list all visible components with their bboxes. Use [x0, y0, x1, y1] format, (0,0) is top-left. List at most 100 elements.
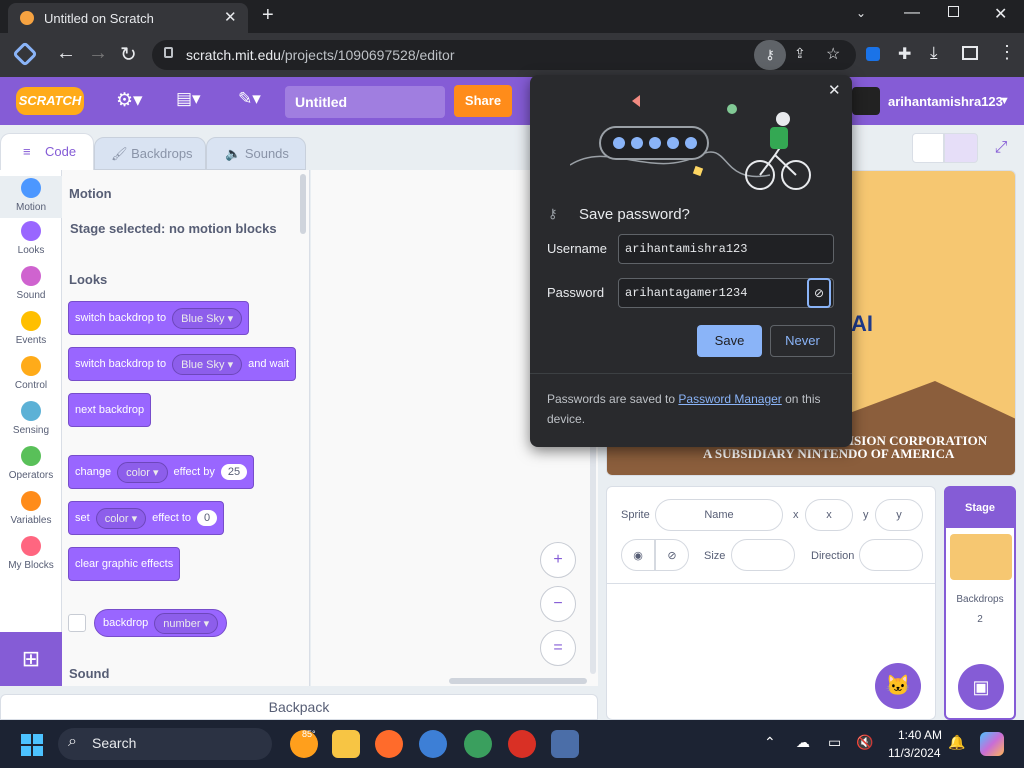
zoom-out-button[interactable]: −: [540, 586, 576, 622]
edit-menu-icon[interactable]: ✎▾: [238, 89, 261, 109]
side-panel-icon[interactable]: [962, 46, 978, 60]
chevron-down-icon[interactable]: ▼: [999, 95, 1010, 107]
category-motion[interactable]: Motion: [0, 176, 62, 218]
tab-search-icon[interactable]: ⌄: [856, 6, 866, 20]
fullscreen-icon[interactable]: ⤢: [986, 133, 1016, 163]
switch-backdrop-block[interactable]: switch backdrop to Blue Sky ▾: [68, 301, 250, 335]
clock-time[interactable]: 1:40 AM: [898, 728, 942, 742]
add-extension-button[interactable]: ⊞: [0, 632, 62, 686]
clock-date[interactable]: 11/3/2024: [888, 746, 941, 760]
red-app-icon[interactable]: [508, 730, 536, 758]
tab-sounds[interactable]: 🔈 Sounds: [206, 137, 306, 170]
file-menu-icon[interactable]: ▤▾: [176, 89, 201, 109]
next-backdrop-block[interactable]: next backdrop: [68, 393, 152, 427]
direction-input[interactable]: [859, 539, 923, 571]
add-sprite-button[interactable]: 🐱: [875, 663, 921, 709]
toggle-password-visibility-icon[interactable]: ⊘: [807, 278, 831, 308]
effect-dropdown[interactable]: color ▾: [95, 507, 147, 529]
category-looks[interactable]: Looks: [0, 221, 62, 256]
show-sprite-eye-icon[interactable]: ◉: [621, 539, 655, 571]
restore-icon[interactable]: [948, 6, 959, 17]
backdrop-reporter-block[interactable]: backdrop number ▾: [94, 609, 228, 637]
size-input[interactable]: [731, 539, 795, 571]
reporter-dropdown[interactable]: number ▾: [154, 612, 219, 634]
category-sensing[interactable]: Sensing: [0, 401, 62, 436]
network-icon[interactable]: ☁: [796, 734, 810, 751]
password-field[interactable]: arihantagamer1234: [618, 278, 834, 308]
backdrop-dropdown[interactable]: Blue Sky ▾: [172, 307, 243, 329]
user-avatar[interactable]: [852, 87, 880, 115]
taskbar-search[interactable]: ⌕ Search: [58, 728, 272, 760]
extensions-puzzle-icon[interactable]: ✚: [898, 44, 911, 64]
windows-start-icon[interactable]: [21, 734, 43, 756]
scratch-logo[interactable]: SCRATCH: [16, 87, 84, 115]
copilot-icon[interactable]: [980, 732, 1004, 756]
firefox-icon[interactable]: [375, 730, 403, 758]
close-window-icon[interactable]: ✕: [994, 4, 1007, 24]
globe-app-icon[interactable]: [464, 730, 492, 758]
add-backdrop-button[interactable]: ▣: [958, 664, 1004, 710]
stage-thumbnail[interactable]: [950, 534, 1012, 580]
show-hidden-icons[interactable]: ⌃: [764, 734, 776, 751]
profile-icon[interactable]: [12, 41, 38, 67]
address-bar[interactable]: scratch.mit.edu/projects/1090697528/edit…: [152, 40, 856, 70]
extension-camera-icon[interactable]: [866, 47, 880, 61]
effect-dropdown[interactable]: color ▾: [117, 461, 168, 483]
close-tab-icon[interactable]: ✕: [224, 8, 237, 26]
settings-gear-icon[interactable]: ⚙▾: [116, 89, 143, 112]
stage-target-panel[interactable]: Stage Backdrops 2 ▣: [944, 486, 1016, 720]
zoom-in-button[interactable]: +: [540, 542, 576, 578]
close-dialog-icon[interactable]: ✕: [828, 81, 841, 99]
change-effect-block[interactable]: change color ▾ effect by 25: [68, 455, 255, 489]
new-tab-icon[interactable]: +: [262, 4, 274, 27]
tab-backdrops[interactable]: 🖌 Backdrops: [94, 137, 206, 170]
browser-tab[interactable]: Untitled on Scratch ✕: [8, 3, 248, 33]
notification-bell-icon[interactable]: 🔔: [948, 734, 965, 751]
zoom-reset-button[interactable]: =: [540, 630, 576, 666]
x-input[interactable]: x: [805, 499, 853, 531]
y-input[interactable]: y: [875, 499, 923, 531]
file-explorer-icon[interactable]: [332, 730, 360, 758]
clear-effects-block[interactable]: clear graphic effects: [68, 547, 181, 581]
switch-backdrop-wait-block[interactable]: switch backdrop to Blue Sky ▾ and wait: [68, 347, 297, 381]
category-sound[interactable]: Sound: [0, 266, 62, 301]
project-title-input[interactable]: Untitled: [285, 86, 445, 118]
reporter-checkbox[interactable]: [68, 614, 86, 632]
effect-amount-input[interactable]: 25: [220, 464, 248, 480]
chrome-menu-icon[interactable]: ⋮: [998, 42, 1016, 63]
palette-scrollbar[interactable]: [300, 174, 306, 234]
share-page-icon[interactable]: ⇪: [794, 45, 806, 62]
minimize-icon[interactable]: —: [904, 4, 920, 22]
download-icon[interactable]: ⤓: [930, 43, 938, 63]
sprite-name-input[interactable]: Name: [655, 499, 783, 531]
backpack-bar[interactable]: Backpack: [0, 694, 598, 720]
category-operators[interactable]: Operators: [0, 446, 62, 481]
script-hscrollbar[interactable]: [449, 678, 587, 684]
username[interactable]: arihantamishra123: [888, 94, 1003, 109]
volume-icon[interactable]: 🔇: [856, 734, 873, 751]
display-icon[interactable]: ▭: [828, 734, 841, 751]
share-button[interactable]: Share: [454, 85, 512, 117]
username-field[interactable]: arihantamishra123: [618, 234, 834, 264]
tab-code[interactable]: ≡ Code: [0, 133, 94, 171]
bookmark-star-icon[interactable]: ☆: [826, 44, 840, 64]
save-button[interactable]: Save: [697, 325, 762, 357]
hide-sprite-eye-icon[interactable]: ⊘: [655, 539, 689, 571]
forward-icon[interactable]: →: [88, 42, 108, 65]
never-button[interactable]: Never: [770, 325, 835, 357]
set-effect-block[interactable]: set color ▾ effect to 0: [68, 501, 225, 535]
password-key-icon[interactable]: ⚷: [754, 40, 786, 70]
backdrop-dropdown[interactable]: Blue Sky ▾: [172, 353, 243, 375]
category-control[interactable]: Control: [0, 356, 62, 391]
effect-value-input[interactable]: 0: [197, 510, 218, 526]
small-stage-button[interactable]: [912, 133, 944, 163]
password-manager-link[interactable]: Password Manager: [678, 392, 781, 406]
large-stage-button[interactable]: [944, 133, 978, 163]
back-icon[interactable]: ←: [56, 42, 76, 65]
category-my-blocks[interactable]: My Blocks: [0, 536, 62, 571]
category-variables[interactable]: Variables: [0, 491, 62, 526]
category-events[interactable]: Events: [0, 311, 62, 346]
browser-app-icon[interactable]: [551, 730, 579, 758]
chrome-remote-icon[interactable]: [419, 730, 447, 758]
reload-icon[interactable]: ↻: [120, 42, 137, 67]
